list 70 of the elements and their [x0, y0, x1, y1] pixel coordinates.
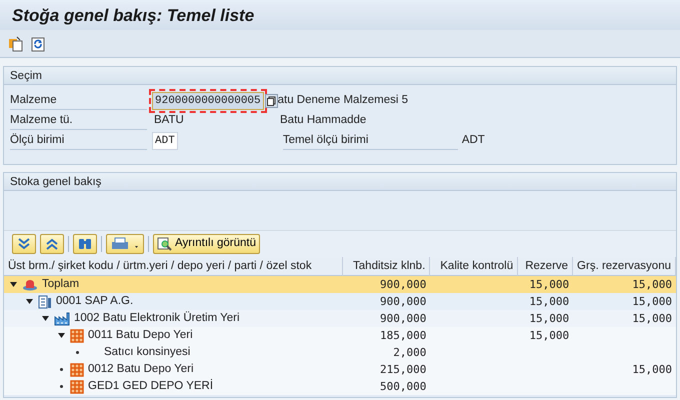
value-help-icon[interactable]: [264, 94, 278, 108]
tree-node-label: 0011 Batu Depo Yeri: [88, 328, 193, 343]
tree-node-label: GED1 GED DEPO YERİ: [88, 378, 214, 394]
toggle-icon[interactable]: [56, 333, 66, 338]
table-cell-text: 15,000: [528, 311, 570, 327]
table-cell-text: 15,000: [631, 362, 673, 378]
shelf-icon: [70, 362, 84, 376]
tree-node-label: 0001 SAP A.G.: [56, 294, 134, 309]
tree-row[interactable]: 0011 Batu Depo Yeri 185,000 15,000: [4, 327, 676, 344]
expand-all-button[interactable]: [12, 234, 36, 254]
table-cell-text: 15,000: [528, 294, 570, 310]
unit-field[interactable]: ADT: [152, 132, 178, 150]
tree-row[interactable]: Satıcı konsinyesi 2,000: [4, 344, 676, 361]
building-icon: [38, 294, 52, 308]
column-header[interactable]: Grş. rezervasyonu: [573, 257, 676, 276]
table-cell-text: 900,000: [379, 311, 428, 327]
material-description: atu Deneme Malzemesi 5: [278, 93, 408, 108]
window-title: Stoğa genel bakış: Temel liste: [0, 0, 680, 30]
tree-node-label: Toplam: [42, 277, 80, 292]
tree-node-label: 0012 Batu Depo Yeri: [88, 362, 194, 377]
material-type-description: Batu Hammadde: [280, 113, 366, 128]
field-label: Ölçü birimi: [10, 132, 147, 150]
tree-row[interactable]: GED1 GED DEPO YERİ 500,000: [4, 378, 676, 395]
column-header[interactable]: Rezerve: [518, 257, 574, 276]
tree-row[interactable]: 0012 Batu Depo Yeri 215,000 15,000: [4, 361, 676, 378]
binoculars-button[interactable]: [73, 234, 97, 254]
field-value: ADT: [462, 133, 485, 148]
hat-icon: [22, 278, 38, 290]
field-value: BATU: [154, 113, 185, 128]
table-cell-text: 15,000: [631, 277, 673, 293]
column-header[interactable]: Üst brm./ şirket kodu / ürtm.yeri / depo yeri / parti / özel stok: [4, 257, 344, 276]
table-cell-text: 15,000: [528, 277, 570, 293]
table-cell-text: 215,000: [379, 362, 428, 378]
table-cell-text: 900,000: [378, 277, 428, 293]
toggle-icon[interactable]: [8, 282, 18, 287]
binoculars-icon: [77, 237, 93, 251]
table-cell-text: 2,000: [392, 345, 428, 361]
column-header[interactable]: Kalite kontrolü: [430, 257, 518, 276]
panel-title: Stoka genel bakış: [4, 173, 676, 191]
material-field[interactable]: 9200000000000005: [152, 92, 264, 110]
shelf-icon: [70, 328, 84, 342]
tree-row[interactable]: 1002 Batu Elektronik Üretim Yeri 900,000 15,000 15,000: [4, 310, 676, 327]
shelf-icon: [70, 380, 84, 394]
table-cell-text: 185,000: [379, 328, 428, 344]
toggle-icon[interactable]: [24, 299, 34, 304]
field-label: Temel ölçü birimi: [282, 132, 458, 150]
printer-icon: [110, 237, 140, 251]
collapse-all-button[interactable]: [40, 234, 64, 254]
table-cell-text: 15,000: [528, 328, 570, 344]
expand-all-icon: [16, 237, 32, 251]
table-cell-text: 15,000: [631, 294, 673, 310]
detail-button[interactable]: Ayrıntılı görüntü: [153, 234, 260, 254]
tree-row[interactable]: 0001 SAP A.G. 900,000 15,000 15,000: [4, 293, 676, 310]
toggle-icon[interactable]: [40, 316, 50, 321]
factory-icon: [54, 312, 70, 326]
panel-title: Seçim: [4, 67, 676, 85]
column-header[interactable]: Tahditsiz klnb.: [343, 257, 430, 276]
tree-node-label: 1002 Batu Elektronik Üretim Yeri: [74, 310, 240, 326]
table-cell-text: 15,000: [631, 311, 673, 327]
table-cell-text: 500,000: [379, 379, 428, 395]
field-label: Malzeme: [10, 92, 147, 110]
printer-button[interactable]: [106, 234, 144, 254]
tree-node-label: Satıcı konsinyesi: [104, 345, 190, 360]
refresh-icon[interactable]: [30, 36, 46, 52]
tree-row[interactable]: Toplam 900,000 15,000 15,000: [4, 276, 676, 293]
field-label: Malzeme tü.: [10, 112, 147, 130]
collapse-all-icon: [44, 237, 60, 251]
magnifier-icon: [157, 237, 173, 251]
table-cell-text: 900,000: [379, 294, 428, 310]
new-document-icon[interactable]: [8, 36, 24, 52]
